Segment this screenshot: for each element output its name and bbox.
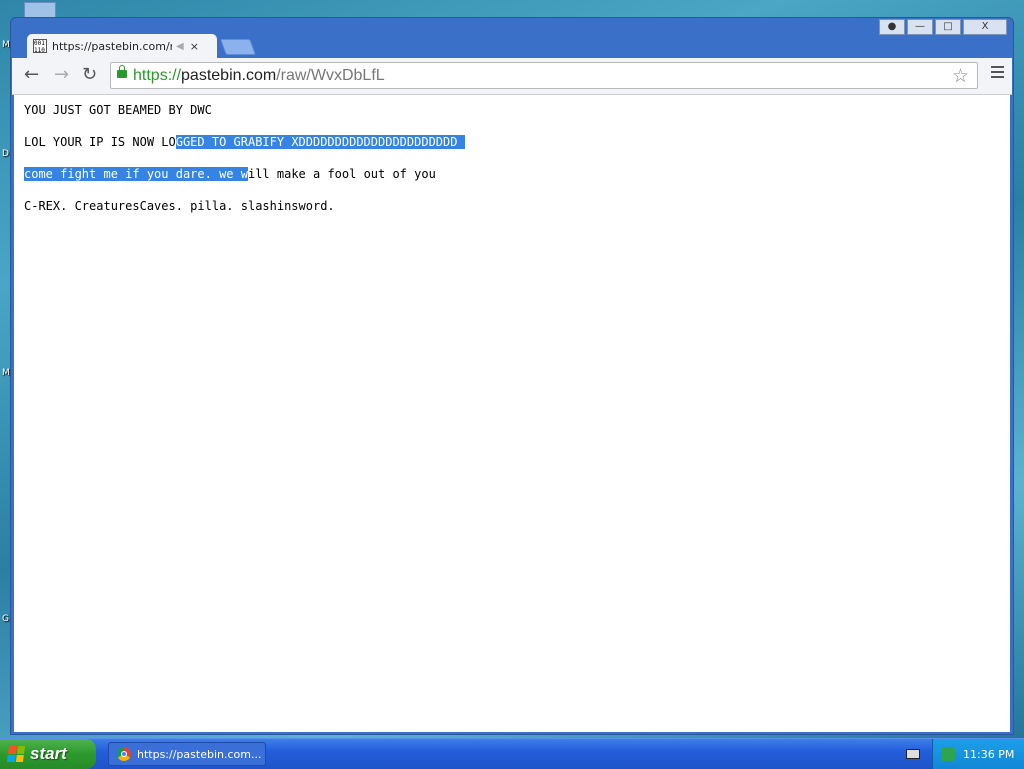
selected-text: GGED TO GRABIFY XDDDDDDDDDDDDDDDDDDDDDD <box>175 135 465 149</box>
browser-toolbar: ← → ↻ https://pastebin.com/raw/WvxDbLfL … <box>12 58 1012 95</box>
system-tray: 11:36 PM <box>932 739 1024 769</box>
selected-text: come fight me if you dare. we w <box>24 167 248 181</box>
text-segment: ill make a fool out of you <box>247 167 436 181</box>
text-line: LOL YOUR IP IS NOW LOGGED TO GRABIFY XDD… <box>24 135 465 149</box>
url-host: pastebin.com <box>181 67 277 84</box>
keyboard-icon[interactable] <box>906 749 920 759</box>
network-icon[interactable] <box>941 747 955 761</box>
browser-window: 001 110 https://pastebin.com/raw/WvxDbLf… <box>10 17 1014 735</box>
desktop-label: M <box>2 368 10 378</box>
text-segment: LOL YOUR IP IS NOW LO <box>24 135 176 149</box>
window-controls: ● — □ X <box>879 19 1007 35</box>
forward-arrow-icon[interactable]: → <box>54 64 69 85</box>
chrome-icon <box>117 747 131 761</box>
bookmark-star-icon[interactable]: ☆ <box>952 65 969 87</box>
desktop-icon[interactable] <box>24 2 56 18</box>
tab-title: https://pastebin.com/raw/WvxDbLfL <box>52 39 172 53</box>
speaker-icon[interactable]: ◀ <box>176 41 184 52</box>
tab-close-icon[interactable]: × <box>190 40 199 53</box>
minimize-button[interactable]: — <box>907 19 933 35</box>
clock[interactable]: 11:36 PM <box>963 748 1014 761</box>
url-scheme: https:// <box>133 67 182 84</box>
text-line: C-REX. CreaturesCaves. pilla. slashinswo… <box>24 199 335 213</box>
desktop-label: M <box>2 40 10 50</box>
desktop-label: G <box>2 614 9 624</box>
windows-logo-icon <box>6 746 26 762</box>
text-line: YOU JUST GOT BEAMED BY DWC <box>24 103 212 117</box>
menu-icon[interactable] <box>991 66 1004 81</box>
url-text[interactable]: https://pastebin.com/raw/WvxDbLfL <box>133 67 385 85</box>
address-bar[interactable]: https://pastebin.com/raw/WvxDbLfL ☆ <box>110 62 978 89</box>
taskbar-chrome-item[interactable]: https://pastebin.com... <box>108 742 266 766</box>
maximize-button[interactable]: □ <box>935 19 961 35</box>
desktop-label: D <box>2 149 9 159</box>
start-label: start <box>30 744 67 763</box>
lock-icon <box>117 65 127 78</box>
start-button[interactable]: start <box>0 739 96 769</box>
page-content: YOU JUST GOT BEAMED BY DWC LOL YOUR IP I… <box>14 95 1010 732</box>
new-tab-button[interactable] <box>220 39 256 55</box>
back-arrow-icon[interactable]: ← <box>24 64 39 85</box>
browser-tab[interactable]: 001 110 https://pastebin.com/raw/WvxDbLf… <box>27 34 217 58</box>
close-button[interactable]: X <box>963 19 1007 35</box>
text-line: come fight me if you dare. we will make … <box>24 167 436 181</box>
taskbar-item-label: https://pastebin.com... <box>137 747 262 761</box>
taskbar: start https://pastebin.com... 11:36 PM <box>0 738 1024 769</box>
pastebin-favicon-icon: 001 110 <box>33 39 47 53</box>
url-path: /raw/WvxDbLfL <box>276 67 385 84</box>
user-icon[interactable]: ● <box>879 19 905 35</box>
reload-icon[interactable]: ↻ <box>82 64 97 85</box>
title-bar[interactable]: 001 110 https://pastebin.com/raw/WvxDbLf… <box>11 18 1013 58</box>
